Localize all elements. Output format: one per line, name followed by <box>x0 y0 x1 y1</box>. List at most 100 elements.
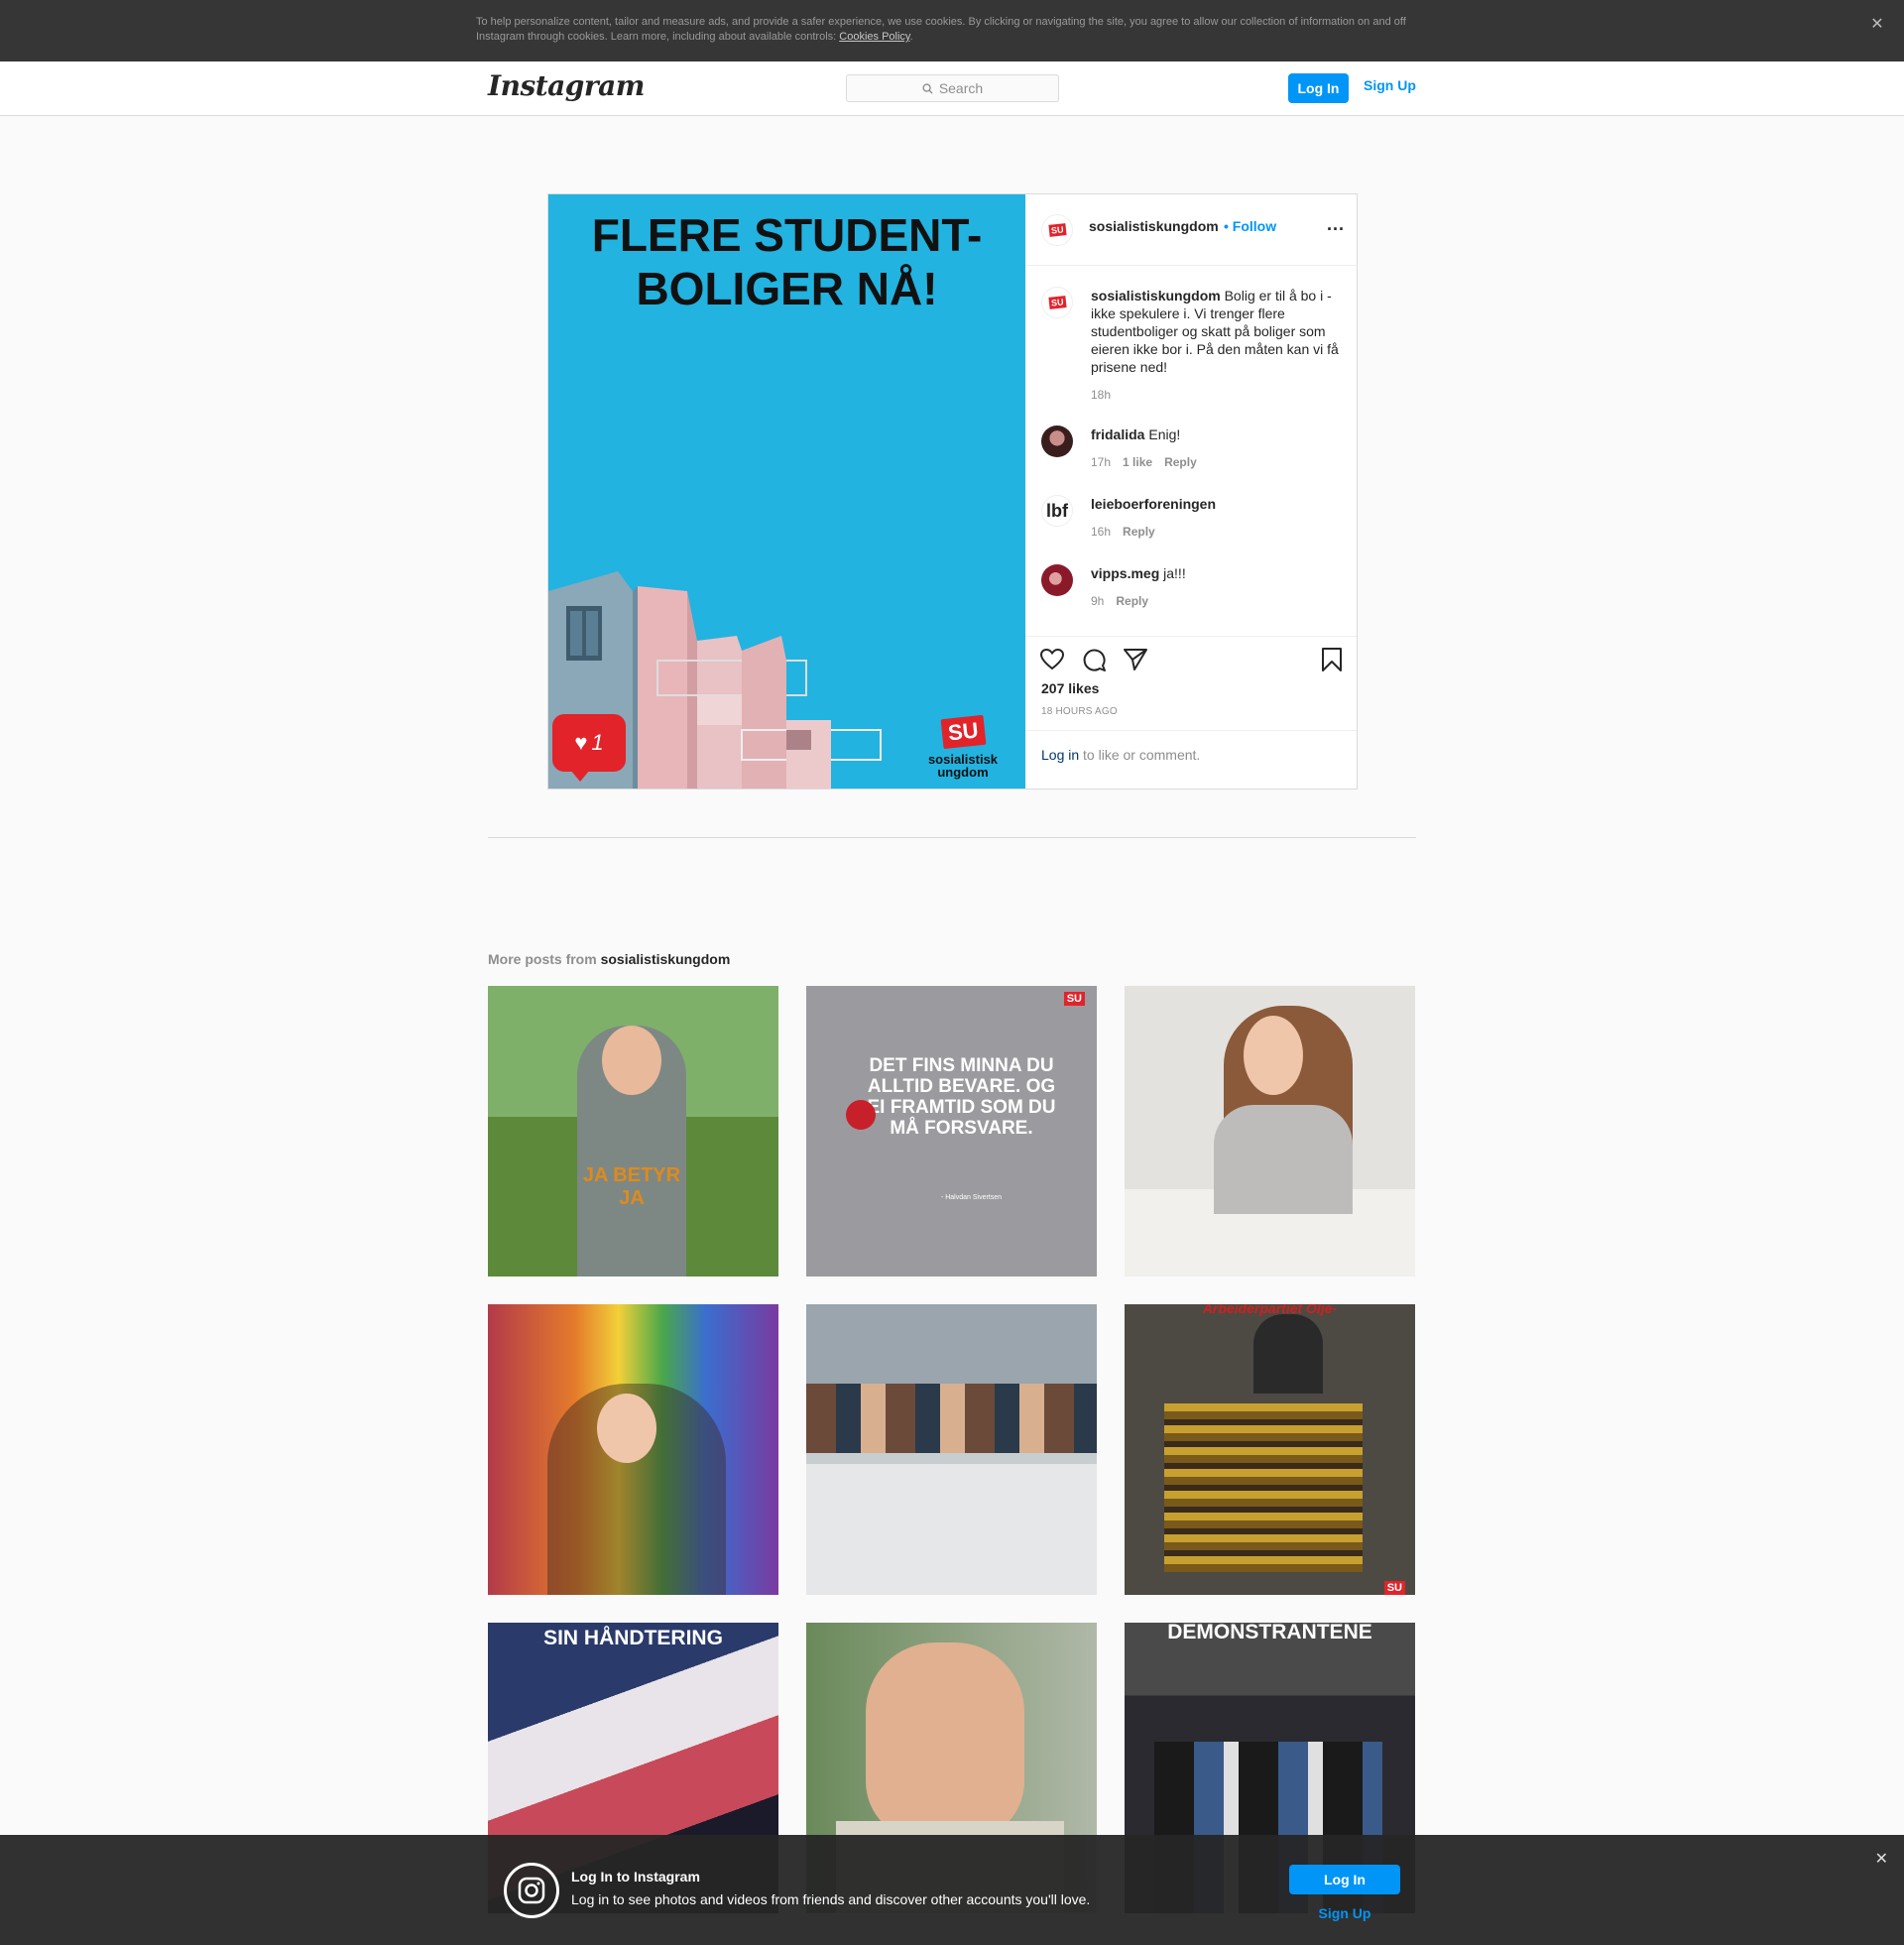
sweater-shape <box>1214 1105 1353 1214</box>
post-username[interactable]: sosialistiskungdom <box>1089 218 1219 234</box>
login-banner: Log In to Instagram Log in to see photos… <box>0 1835 1904 1945</box>
post-thumbnail[interactable] <box>806 1304 1097 1595</box>
tile-caption: SIN HÅNDTERING <box>543 1627 723 1649</box>
login-tail: to like or comment. <box>1079 747 1201 763</box>
likes-count[interactable]: 207 likes <box>1041 680 1099 696</box>
caption-body: sosialistiskungdom Bolig er til å bo i -… <box>1091 287 1349 376</box>
post-thumbnail[interactable] <box>1125 986 1415 1276</box>
lbf-avatar-text: lbf <box>1046 500 1068 521</box>
post-card: FLERE STUDENT- BOLIGER NÅ! ♥ 1 SU sosial… <box>547 193 1358 790</box>
tile-caption: DEMONSTRANTENE <box>1167 1623 1372 1643</box>
cookie-banner: To help personalize content, tailor and … <box>0 0 1904 61</box>
login-button[interactable]: Log In <box>1288 73 1349 103</box>
comment-item: lbf leieboerforeningen 16h Reply <box>1041 495 1349 539</box>
comment-meta: 9h Reply <box>1091 594 1349 608</box>
comment-meta: 17h 1 like Reply <box>1091 455 1349 469</box>
rose-icon <box>846 1100 876 1130</box>
comment-body: fridalida Enig! <box>1091 425 1349 443</box>
comment-username[interactable]: fridalida <box>1091 426 1144 442</box>
avatar[interactable]: lbf <box>1041 495 1073 527</box>
avatar[interactable]: SU <box>1041 214 1073 246</box>
tile-caption: DET FINS MINNA DU ALLTID BEVARE. OG EI F… <box>867 1055 1056 1139</box>
tile-caption: JA BETYR JA <box>582 1164 681 1209</box>
cookie-text: To help personalize content, tailor and … <box>476 15 1428 45</box>
face-shape <box>597 1394 656 1463</box>
cookie-message: To help personalize content, tailor and … <box>476 16 1406 43</box>
post-thumbnail[interactable]: JA BETYR JA <box>488 986 778 1276</box>
reply-button[interactable]: Reply <box>1164 455 1197 469</box>
signup-link[interactable]: Sign Up <box>1364 75 1416 95</box>
su-avatar-badge: SU <box>1048 296 1066 309</box>
close-icon[interactable]: ✕ <box>1875 1849 1888 1869</box>
share-icon[interactable] <box>1123 647 1148 672</box>
su-logo-badge: SU <box>1063 992 1085 1006</box>
reply-button[interactable]: Reply <box>1116 594 1148 608</box>
comment-icon[interactable] <box>1081 647 1107 672</box>
banner-signup-link[interactable]: Sign Up <box>1289 1905 1400 1921</box>
su-logo-badge: SU <box>1383 1581 1405 1595</box>
caption-username[interactable]: sosialistiskungdom <box>1091 288 1221 304</box>
post-thumbnail[interactable]: Arbeiderpartiet Olje- SU <box>1125 1304 1415 1595</box>
reply-button[interactable]: Reply <box>1123 525 1155 539</box>
divider <box>488 837 1416 838</box>
login-link[interactable]: Log in <box>1041 747 1079 763</box>
more-posts-prefix: More posts from <box>488 951 601 967</box>
banner-title: Log In to Instagram <box>571 1869 700 1884</box>
tile-subcaption: - Halvdan Sivertsen <box>940 1194 1003 1201</box>
face-shape <box>1244 1016 1303 1095</box>
instagram-logo[interactable]: Instagram <box>488 69 645 102</box>
instagram-icon <box>504 1863 559 1918</box>
heart-icon[interactable] <box>1039 647 1065 672</box>
post-thumbnail[interactable] <box>488 1304 778 1595</box>
like-notification-badge: ♥ 1 <box>552 714 626 782</box>
top-nav: Instagram Search Log In Sign Up <box>0 61 1904 116</box>
post-actions: 207 likes 18 HOURS AGO <box>1025 636 1357 730</box>
save-button[interactable] <box>1319 647 1345 677</box>
post-image[interactable]: FLERE STUDENT- BOLIGER NÅ! ♥ 1 SU sosial… <box>548 194 1025 789</box>
face-shape <box>602 1026 661 1095</box>
camera-icon <box>518 1877 545 1904</box>
more-posts-username[interactable]: sosialistiskungdom <box>601 951 731 967</box>
tile-caption: Arbeiderpartiet Olje- <box>1202 1304 1338 1316</box>
comment-text: Enig! <box>1144 426 1181 442</box>
post-sidebar: SU sosialistiskungdom • Follow ... SU so… <box>1025 194 1357 789</box>
su-logo-badge: SU <box>940 714 986 750</box>
close-icon[interactable]: ✕ <box>1866 14 1888 36</box>
su-logo: SU sosialistisk ungdom <box>920 714 1006 779</box>
su-avatar-badge: SU <box>1048 223 1066 237</box>
more-posts-title: More posts from sosialistiskungdom <box>488 951 730 967</box>
comment-username[interactable]: leieboerforeningen <box>1091 496 1216 512</box>
comment-time: 9h <box>1091 594 1105 608</box>
avatar[interactable] <box>1041 564 1073 596</box>
post-header: SU sosialistiskungdom • Follow ... <box>1025 194 1357 266</box>
headline-line-2: BOLIGER NÅ! <box>636 263 938 314</box>
comments-list: SU sosialistiskungdom Bolig er til å bo … <box>1025 267 1357 636</box>
search-placeholder: Search <box>938 80 984 96</box>
comment-likes[interactable]: 1 like <box>1123 455 1152 469</box>
heart-icon: ♥ <box>574 730 588 755</box>
banner-login-button[interactable]: Log In <box>1289 1865 1400 1894</box>
headline-line-1: FLERE STUDENT- <box>591 209 983 261</box>
comment-time: 16h <box>1091 525 1112 539</box>
comment-item: vipps.meg ja!!! 9h Reply <box>1041 564 1349 608</box>
caption: SU sosialistiskungdom Bolig er til å bo … <box>1041 287 1349 402</box>
comment-item: fridalida Enig! 17h 1 like Reply <box>1041 425 1349 469</box>
post-thumbnail[interactable]: DET FINS MINNA DU ALLTID BEVARE. OG EI F… <box>806 986 1097 1276</box>
action-icons <box>1039 647 1148 672</box>
follow-button[interactable]: • Follow <box>1224 218 1276 234</box>
caption-meta: 18h <box>1091 388 1349 402</box>
more-options-icon[interactable]: ... <box>1327 214 1345 235</box>
search-input[interactable]: Search <box>846 74 1059 102</box>
cookies-policy-link[interactable]: Cookies Policy <box>839 31 909 43</box>
comment-body: leieboerforeningen <box>1091 495 1349 513</box>
comment-body: vipps.meg ja!!! <box>1091 564 1349 582</box>
avatar[interactable] <box>1041 425 1073 457</box>
comment-username[interactable]: vipps.meg <box>1091 565 1159 581</box>
comment-time: 17h <box>1091 455 1112 469</box>
comment-text: ja!!! <box>1159 565 1186 581</box>
oil-rig-shape <box>1164 1403 1363 1572</box>
login-to-comment: Log in to like or comment. <box>1025 730 1357 789</box>
post-headline: FLERE STUDENT- BOLIGER NÅ! <box>548 208 1025 315</box>
avatar[interactable]: SU <box>1041 287 1073 318</box>
caption-time: 18h <box>1091 388 1112 402</box>
